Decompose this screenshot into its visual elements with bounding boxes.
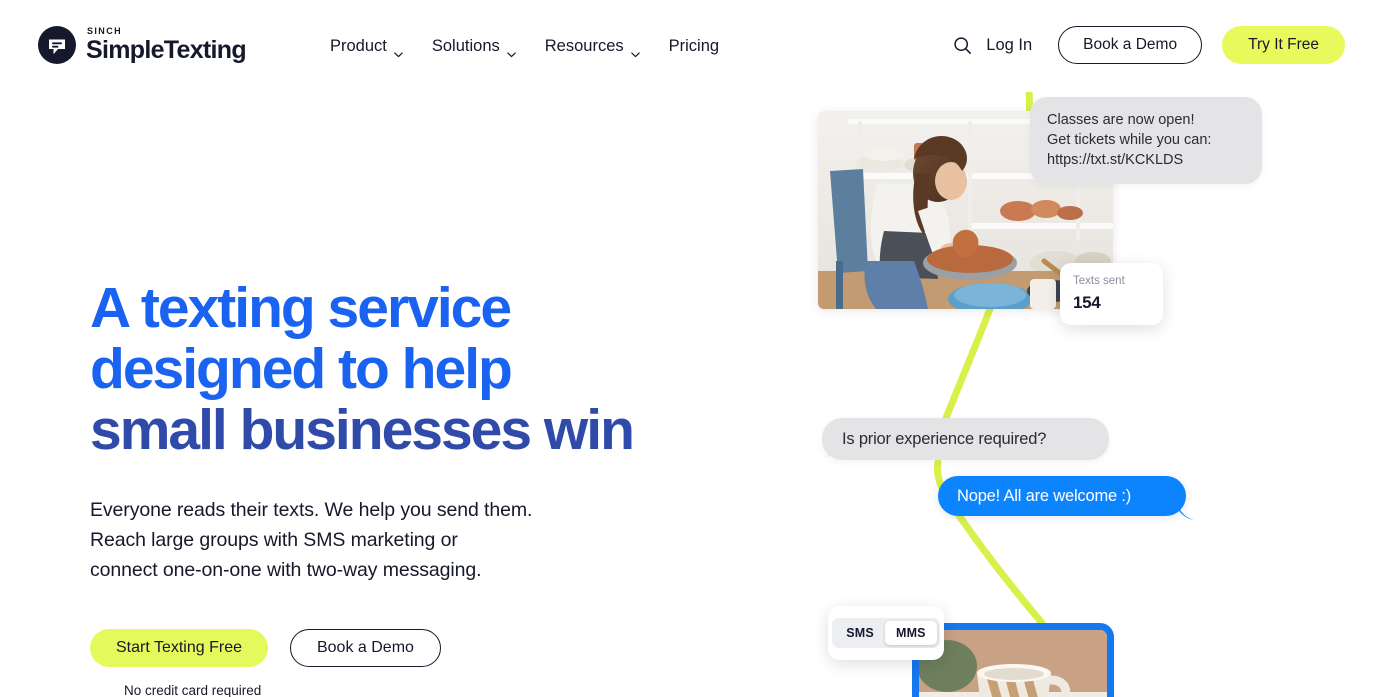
subhead-line-1: Everyone reads their texts. We help you …	[90, 499, 533, 521]
nav-label-product: Product	[330, 37, 387, 55]
stat-value: 154	[1073, 293, 1101, 312]
header-actions: Log In Book a Demo Try It Free	[946, 26, 1345, 64]
main-navigation: Product Solutions Resources Pricing	[330, 32, 719, 60]
sms-mms-segmented-control: SMS MMS	[832, 618, 940, 648]
headline-line-3: small businesses win	[90, 398, 635, 462]
hero-subheading: Everyone reads their texts. We help you …	[90, 495, 710, 585]
promo-message-bubble: Classes are now open! Get tickets while …	[1030, 97, 1262, 184]
page-title: A texting service designed to help small…	[90, 278, 710, 461]
hero-content: A texting service designed to help small…	[90, 278, 710, 697]
headline-line-2: designed to help	[90, 337, 513, 401]
subhead-line-2: Reach large groups with SMS marketing or	[90, 529, 458, 551]
landing-page: SINCH SimpleTexting Product Solutions Re…	[0, 0, 1381, 697]
texts-sent-stat-card: Texts sent 154	[1060, 263, 1163, 325]
toggle-option-mms[interactable]: MMS	[884, 621, 937, 645]
nav-item-solutions[interactable]: Solutions	[432, 32, 517, 60]
reply-message-bubble: Nope! All are welcome :)	[938, 476, 1186, 516]
question-message-bubble: Is prior experience required?	[822, 418, 1109, 460]
promo-line-1: Classes are now open!	[1047, 112, 1195, 128]
search-icon[interactable]	[946, 29, 978, 61]
chevron-down-icon	[393, 41, 404, 57]
nav-label-resources: Resources	[544, 37, 624, 55]
book-demo-button-hero[interactable]: Book a Demo	[289, 629, 441, 667]
stat-label: Texts sent	[1073, 275, 1125, 287]
logo[interactable]: SINCH SimpleTexting	[38, 26, 247, 64]
nav-label-pricing: Pricing	[668, 37, 720, 55]
subhead-line-3: connect one-on-one with two-way messagin…	[90, 559, 482, 581]
message-type-toggle-card: SMS MMS	[828, 606, 944, 660]
start-texting-free-button[interactable]: Start Texting Free	[90, 629, 268, 667]
speech-bubble-icon	[38, 26, 76, 64]
question-text: Is prior experience required?	[842, 429, 1047, 448]
hero-illustration: Classes are now open! Get tickets while …	[760, 70, 1381, 697]
nav-item-pricing[interactable]: Pricing	[669, 32, 719, 60]
promo-line-3: https://txt.st/KCKLDS	[1047, 152, 1184, 168]
headline-line-1: A texting service	[90, 276, 512, 340]
reply-text: Nope! All are welcome :)	[957, 486, 1132, 505]
no-credit-card-note: No credit card required	[124, 683, 262, 697]
login-link[interactable]: Log In	[986, 36, 1032, 55]
promo-line-2: Get tickets while you can:	[1047, 132, 1212, 148]
nav-item-resources[interactable]: Resources	[545, 32, 641, 60]
site-header: SINCH SimpleTexting Product Solutions Re…	[0, 0, 1381, 92]
toggle-option-sms[interactable]: SMS	[835, 621, 885, 645]
try-it-free-button[interactable]: Try It Free	[1222, 26, 1345, 64]
logo-brand-text: SimpleTexting	[86, 36, 247, 64]
nav-label-solutions: Solutions	[431, 37, 500, 55]
chevron-down-icon	[630, 41, 641, 57]
logo-sinch-text: SINCH	[87, 26, 123, 36]
chevron-down-icon	[506, 41, 517, 57]
hero-cta-row: Start Texting Free Book a Demo	[90, 629, 710, 667]
nav-item-product[interactable]: Product	[330, 32, 404, 60]
book-demo-button-header[interactable]: Book a Demo	[1058, 26, 1203, 64]
